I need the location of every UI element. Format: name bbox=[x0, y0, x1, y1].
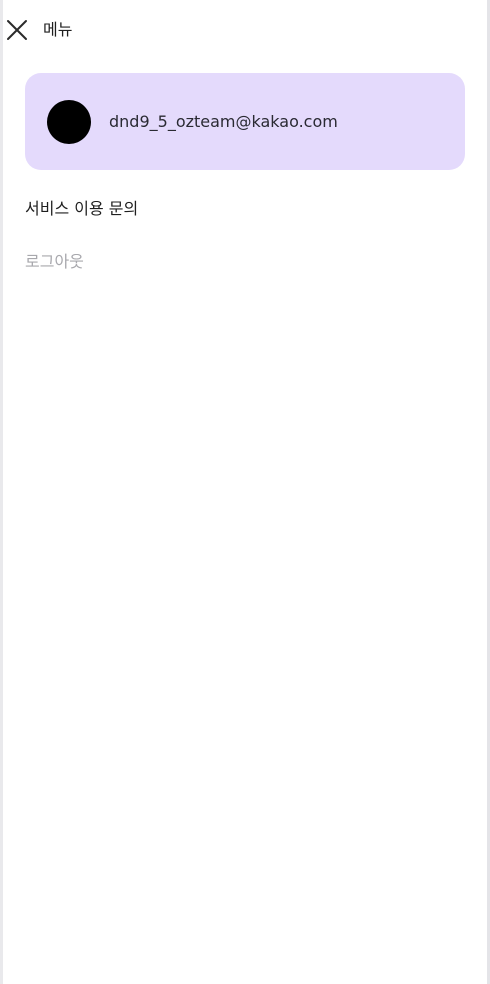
logout-button[interactable]: 로그아웃 bbox=[25, 251, 84, 273]
page-title: 메뉴 bbox=[43, 20, 73, 39]
close-button[interactable] bbox=[5, 18, 29, 42]
close-icon bbox=[7, 20, 27, 40]
menu-panel: 메뉴 dnd9_5_ozteam@kakao.com 서비스 이용 문의 로그아… bbox=[3, 0, 487, 984]
profile-card: dnd9_5_ozteam@kakao.com bbox=[25, 73, 465, 170]
menu-header: 메뉴 bbox=[3, 0, 487, 60]
avatar bbox=[47, 100, 91, 144]
service-inquiry-link[interactable]: 서비스 이용 문의 bbox=[25, 198, 138, 220]
user-email: dnd9_5_ozteam@kakao.com bbox=[109, 112, 338, 131]
